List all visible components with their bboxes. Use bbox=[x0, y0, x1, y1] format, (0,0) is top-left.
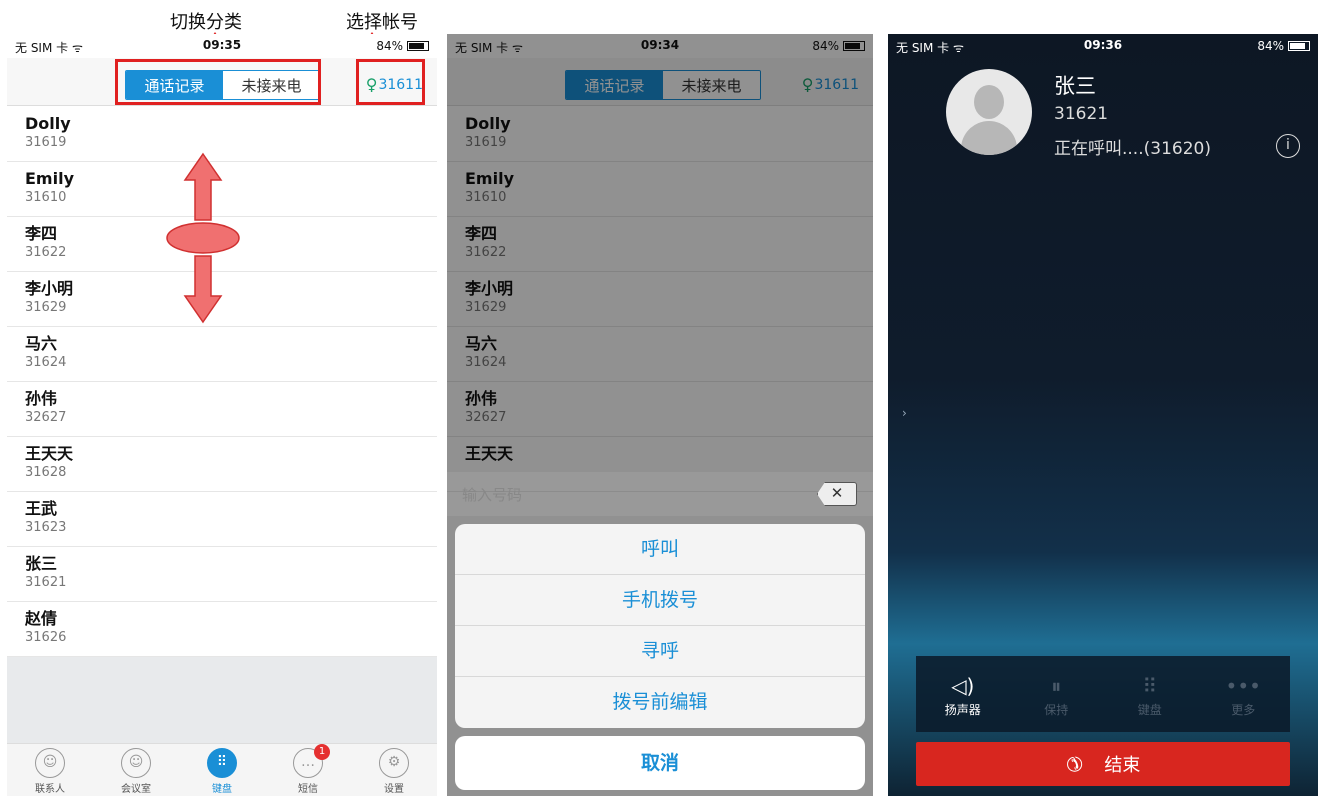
battery-icon bbox=[407, 41, 429, 51]
contact-name: 孙伟 bbox=[25, 389, 58, 408]
unread-badge: 1 bbox=[314, 744, 330, 760]
empty-area bbox=[7, 657, 437, 743]
phone-call-log-screen: 无 SIM 卡 ᯤ 09:35 84% 通话记录 未接来电 ♀ 31611 Do… bbox=[7, 34, 437, 796]
speaker-icon: ◁) bbox=[951, 673, 975, 698]
contact-name: 张三 bbox=[25, 554, 58, 573]
control-label: 更多 bbox=[1231, 702, 1256, 717]
number-input-bar: 输入号码 ✕ bbox=[447, 472, 873, 516]
contact-row[interactable]: 赵倩 31626 bbox=[7, 602, 437, 657]
keypad-icon: ⠿ bbox=[1142, 673, 1158, 698]
contact-row[interactable]: 王武 31623 bbox=[7, 492, 437, 547]
tab-label: 会议室 bbox=[121, 784, 151, 795]
contact-name: Dolly bbox=[25, 114, 71, 133]
scroll-arrow-icon bbox=[166, 152, 240, 324]
status-bar: 无 SIM 卡 ᯤ 09:36 84% bbox=[888, 34, 1318, 58]
hold-button[interactable]: ⏸ 保持 bbox=[1021, 671, 1091, 718]
phone-dial-action-screen: 无 SIM 卡 ᯤ 09:34 84% 通话记录 未接来电 ♀ 31611 Do… bbox=[447, 34, 873, 796]
call-controls: ◁) 扬声器 ⏸ 保持 ⠿ 键盘 ••• 更多 bbox=[916, 656, 1290, 732]
contact-number: 31624 bbox=[25, 355, 67, 370]
annotation-select-account: 选择帐号 bbox=[346, 12, 418, 33]
contact-number: 31626 bbox=[25, 630, 67, 645]
contact-row[interactable]: 马六 31624 bbox=[7, 327, 437, 382]
action-option[interactable]: 手机拨号 bbox=[455, 575, 865, 626]
side-chevron-icon[interactable]: › bbox=[902, 406, 907, 420]
speaker-button[interactable]: ◁) 扬声器 bbox=[928, 671, 998, 718]
battery-percent: 84% bbox=[1257, 39, 1284, 53]
callee-number: 31621 bbox=[1054, 104, 1109, 124]
tab-label: 键盘 bbox=[212, 784, 232, 795]
control-label: 扬声器 bbox=[944, 702, 981, 717]
phone-calling-screen: 无 SIM 卡 ᯤ 09:36 84% 张三 31621 正在呼叫....(31… bbox=[888, 34, 1318, 796]
action-option[interactable]: 呼叫 bbox=[455, 524, 865, 575]
battery-icon bbox=[1288, 41, 1310, 51]
control-label: 保持 bbox=[1044, 702, 1069, 717]
meeting-icon: ☺ bbox=[121, 748, 151, 778]
avatar bbox=[946, 69, 1032, 155]
hold-icon: ⏸ bbox=[1051, 673, 1062, 698]
annotation-switch-category: 切换分类 bbox=[170, 12, 242, 33]
tab-message[interactable]: … 短信 1 bbox=[278, 744, 338, 796]
tab-meeting[interactable]: ☺ 会议室 bbox=[106, 744, 166, 796]
info-icon[interactable]: i bbox=[1276, 134, 1300, 158]
end-call-button[interactable]: ✆ 结束 bbox=[916, 742, 1290, 786]
contact-name: 王天天 bbox=[25, 444, 74, 463]
highlight-box-tabs bbox=[115, 59, 321, 105]
call-status: 正在呼叫....(31620) bbox=[1054, 139, 1211, 159]
status-bar: 无 SIM 卡 ᯤ 09:35 84% bbox=[7, 34, 437, 58]
callee-name: 张三 bbox=[1054, 74, 1096, 98]
battery-percent: 84% bbox=[376, 39, 403, 53]
more-button[interactable]: ••• 更多 bbox=[1208, 671, 1278, 718]
contact-row[interactable]: 孙伟 32627 bbox=[7, 382, 437, 437]
contact-name: 马六 bbox=[25, 334, 58, 353]
contact-number: 31628 bbox=[25, 465, 67, 480]
action-option[interactable]: 拨号前编辑 bbox=[455, 677, 865, 728]
bottom-tab-bar: ☺ 联系人 ☺ 会议室 ⠿ 键盘… 短信 1 ⚙ 设置 bbox=[7, 743, 437, 796]
hangup-icon: ✆ bbox=[1059, 749, 1089, 779]
control-label: 键盘 bbox=[1137, 702, 1162, 717]
number-input[interactable]: 输入号码 bbox=[462, 484, 522, 505]
contact-number: 32627 bbox=[25, 410, 67, 425]
keypad-icon: ⠿ bbox=[207, 748, 237, 778]
settings-icon: ⚙ bbox=[379, 748, 409, 778]
backspace-icon[interactable]: ✕ bbox=[817, 482, 857, 506]
action-option[interactable]: 寻呼 bbox=[455, 626, 865, 677]
tab-label: 联系人 bbox=[35, 784, 65, 795]
keypad-button[interactable]: ⠿ 键盘 bbox=[1115, 671, 1185, 718]
contact-name: 王武 bbox=[25, 499, 58, 518]
contact-number: 31619 bbox=[25, 135, 67, 150]
tab-settings[interactable]: ⚙ 设置 bbox=[364, 744, 424, 796]
clock: 09:36 bbox=[1083, 38, 1123, 52]
action-sheet: 呼叫 手机拨号 寻呼 拨号前编辑 bbox=[455, 524, 865, 728]
tab-label: 短信 bbox=[298, 784, 318, 795]
more-icon: ••• bbox=[1225, 673, 1261, 698]
contact-number: 31623 bbox=[25, 520, 67, 535]
clock: 09:35 bbox=[202, 38, 242, 52]
end-call-label: 结束 bbox=[1104, 755, 1141, 776]
cancel-button[interactable]: 取消 bbox=[455, 736, 865, 790]
contact-row[interactable]: 张三 31621 bbox=[7, 547, 437, 602]
contact-row[interactable]: 王天天 31628 bbox=[7, 437, 437, 492]
contact-number: 31621 bbox=[25, 575, 67, 590]
tab-contacts[interactable]: ☺ 联系人 bbox=[20, 744, 80, 796]
contacts-icon: ☺ bbox=[35, 748, 65, 778]
tab-keypad[interactable]: ⠿ 键盘 bbox=[192, 744, 252, 796]
tab-label: 设置 bbox=[384, 784, 404, 795]
highlight-box-account bbox=[356, 59, 425, 105]
contact-name: 赵倩 bbox=[25, 609, 58, 628]
